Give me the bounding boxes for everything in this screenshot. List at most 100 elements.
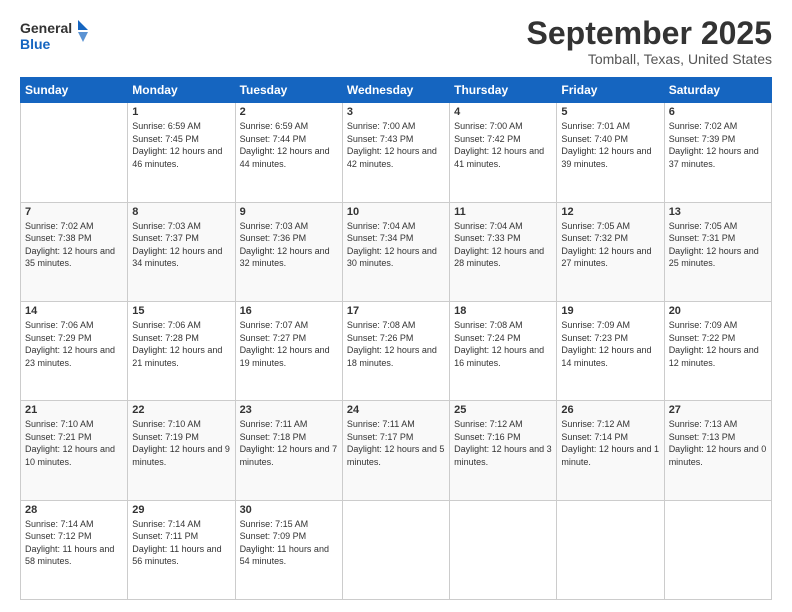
calendar-cell: 3Sunrise: 7:00 AM Sunset: 7:43 PM Daylig…	[342, 103, 449, 202]
day-info: Sunrise: 7:01 AM Sunset: 7:40 PM Dayligh…	[561, 120, 659, 170]
calendar-cell: 9Sunrise: 7:03 AM Sunset: 7:36 PM Daylig…	[235, 202, 342, 301]
day-info: Sunrise: 6:59 AM Sunset: 7:45 PM Dayligh…	[132, 120, 230, 170]
day-info: Sunrise: 7:14 AM Sunset: 7:12 PM Dayligh…	[25, 518, 123, 568]
calendar-header-row: Sunday Monday Tuesday Wednesday Thursday…	[21, 78, 772, 103]
day-info: Sunrise: 7:06 AM Sunset: 7:29 PM Dayligh…	[25, 319, 123, 369]
day-info: Sunrise: 7:04 AM Sunset: 7:34 PM Dayligh…	[347, 220, 445, 270]
calendar-cell: 28 Sunrise: 7:14 AM Sunset: 7:12 PM Dayli…	[21, 500, 128, 599]
calendar-cell: 27Sunrise: 7:13 AM Sunset: 7:13 PM Dayli…	[664, 401, 771, 500]
day-number: 4	[454, 106, 552, 118]
day-number: 22	[132, 404, 230, 416]
day-number: 5	[561, 106, 659, 118]
day-info: Sunrise: 7:02 AM Sunset: 7:38 PM Dayligh…	[25, 220, 123, 270]
calendar-cell	[21, 103, 128, 202]
day-info: Sunrise: 7:04 AM Sunset: 7:33 PM Dayligh…	[454, 220, 552, 270]
logo: General Blue	[20, 16, 90, 56]
day-number: 25	[454, 404, 552, 416]
day-info: Sunrise: 7:08 AM Sunset: 7:24 PM Dayligh…	[454, 319, 552, 369]
day-info: Sunrise: 7:13 AM Sunset: 7:13 PM Dayligh…	[669, 418, 767, 468]
calendar-cell	[450, 500, 557, 599]
calendar-cell: 24Sunrise: 7:11 AM Sunset: 7:17 PM Dayli…	[342, 401, 449, 500]
day-info: Sunrise: 7:11 AM Sunset: 7:17 PM Dayligh…	[347, 418, 445, 468]
day-number: 8	[132, 206, 230, 218]
day-number: 26	[561, 404, 659, 416]
calendar-cell: 1 Sunrise: 6:59 AM Sunset: 7:45 PM Daylig…	[128, 103, 235, 202]
calendar-cell: 19 Sunrise: 7:09 AM Sunset: 7:23 PM Dayli…	[557, 301, 664, 400]
calendar-cell: 17Sunrise: 7:08 AM Sunset: 7:26 PM Dayli…	[342, 301, 449, 400]
day-number: 23	[240, 404, 338, 416]
day-info: Sunrise: 7:00 AM Sunset: 7:43 PM Dayligh…	[347, 120, 445, 170]
svg-text:General: General	[20, 20, 72, 36]
calendar-cell: 25 Sunrise: 7:12 AM Sunset: 7:16 PM Dayli…	[450, 401, 557, 500]
day-number: 1	[132, 106, 230, 118]
svg-text:Blue: Blue	[20, 36, 51, 52]
day-number: 2	[240, 106, 338, 118]
calendar-table: Sunday Monday Tuesday Wednesday Thursday…	[20, 77, 772, 600]
calendar-cell: 26 Sunrise: 7:12 AM Sunset: 7:14 PM Dayli…	[557, 401, 664, 500]
calendar-cell: 15 Sunrise: 7:06 AM Sunset: 7:28 PM Dayli…	[128, 301, 235, 400]
calendar-week-1: 7Sunrise: 7:02 AM Sunset: 7:38 PM Daylig…	[21, 202, 772, 301]
main-title: September 2025	[527, 16, 772, 51]
day-info: Sunrise: 7:15 AM Sunset: 7:09 PM Dayligh…	[240, 518, 338, 568]
day-info: Sunrise: 7:07 AM Sunset: 7:27 PM Dayligh…	[240, 319, 338, 369]
day-info: Sunrise: 7:02 AM Sunset: 7:39 PM Dayligh…	[669, 120, 767, 170]
day-info: Sunrise: 7:00 AM Sunset: 7:42 PM Dayligh…	[454, 120, 552, 170]
day-info: Sunrise: 7:12 AM Sunset: 7:14 PM Dayligh…	[561, 418, 659, 468]
calendar-cell: 10Sunrise: 7:04 AM Sunset: 7:34 PM Dayli…	[342, 202, 449, 301]
day-info: Sunrise: 7:14 AM Sunset: 7:11 PM Dayligh…	[132, 518, 230, 568]
calendar-cell: 14 Sunrise: 7:06 AM Sunset: 7:29 PM Dayli…	[21, 301, 128, 400]
calendar-week-4: 28 Sunrise: 7:14 AM Sunset: 7:12 PM Dayli…	[21, 500, 772, 599]
day-number: 13	[669, 206, 767, 218]
day-number: 15	[132, 305, 230, 317]
calendar-cell: 6 Sunrise: 7:02 AM Sunset: 7:39 PM Daylig…	[664, 103, 771, 202]
calendar-week-2: 14 Sunrise: 7:06 AM Sunset: 7:29 PM Dayli…	[21, 301, 772, 400]
calendar-cell: 8Sunrise: 7:03 AM Sunset: 7:37 PM Daylig…	[128, 202, 235, 301]
col-thursday: Thursday	[450, 78, 557, 103]
day-number: 20	[669, 305, 767, 317]
day-info: Sunrise: 7:11 AM Sunset: 7:18 PM Dayligh…	[240, 418, 338, 468]
calendar-cell: 20 Sunrise: 7:09 AM Sunset: 7:22 PM Dayli…	[664, 301, 771, 400]
logo-svg: General Blue	[20, 16, 90, 56]
col-wednesday: Wednesday	[342, 78, 449, 103]
col-saturday: Saturday	[664, 78, 771, 103]
title-block: September 2025 Tomball, Texas, United St…	[527, 16, 772, 67]
day-info: Sunrise: 7:12 AM Sunset: 7:16 PM Dayligh…	[454, 418, 552, 468]
calendar-cell: 22 Sunrise: 7:10 AM Sunset: 7:19 PM Dayli…	[128, 401, 235, 500]
subtitle: Tomball, Texas, United States	[527, 51, 772, 67]
calendar-cell: 12Sunrise: 7:05 AM Sunset: 7:32 PM Dayli…	[557, 202, 664, 301]
header: General Blue September 2025 Tomball, Tex…	[20, 16, 772, 67]
day-number: 21	[25, 404, 123, 416]
col-tuesday: Tuesday	[235, 78, 342, 103]
day-number: 11	[454, 206, 552, 218]
day-info: Sunrise: 7:10 AM Sunset: 7:21 PM Dayligh…	[25, 418, 123, 468]
col-sunday: Sunday	[21, 78, 128, 103]
calendar-cell: 4 Sunrise: 7:00 AM Sunset: 7:42 PM Daylig…	[450, 103, 557, 202]
day-info: Sunrise: 7:06 AM Sunset: 7:28 PM Dayligh…	[132, 319, 230, 369]
day-info: Sunrise: 7:05 AM Sunset: 7:31 PM Dayligh…	[669, 220, 767, 270]
day-number: 17	[347, 305, 445, 317]
calendar-cell: 21 Sunrise: 7:10 AM Sunset: 7:21 PM Dayli…	[21, 401, 128, 500]
calendar-cell: 18 Sunrise: 7:08 AM Sunset: 7:24 PM Dayli…	[450, 301, 557, 400]
calendar-cell: 7Sunrise: 7:02 AM Sunset: 7:38 PM Daylig…	[21, 202, 128, 301]
day-number: 18	[454, 305, 552, 317]
day-number: 14	[25, 305, 123, 317]
day-info: Sunrise: 7:09 AM Sunset: 7:23 PM Dayligh…	[561, 319, 659, 369]
day-info: Sunrise: 7:03 AM Sunset: 7:36 PM Dayligh…	[240, 220, 338, 270]
calendar-cell: 23 Sunrise: 7:11 AM Sunset: 7:18 PM Dayli…	[235, 401, 342, 500]
day-number: 29	[132, 504, 230, 516]
calendar-cell	[342, 500, 449, 599]
calendar-cell: 29 Sunrise: 7:14 AM Sunset: 7:11 PM Dayli…	[128, 500, 235, 599]
calendar-cell: 11 Sunrise: 7:04 AM Sunset: 7:33 PM Dayli…	[450, 202, 557, 301]
page: General Blue September 2025 Tomball, Tex…	[0, 0, 792, 612]
day-number: 28	[25, 504, 123, 516]
day-info: Sunrise: 7:09 AM Sunset: 7:22 PM Dayligh…	[669, 319, 767, 369]
day-info: Sunrise: 7:10 AM Sunset: 7:19 PM Dayligh…	[132, 418, 230, 468]
day-number: 19	[561, 305, 659, 317]
col-monday: Monday	[128, 78, 235, 103]
day-number: 6	[669, 106, 767, 118]
calendar-week-0: 1 Sunrise: 6:59 AM Sunset: 7:45 PM Daylig…	[21, 103, 772, 202]
col-friday: Friday	[557, 78, 664, 103]
day-number: 16	[240, 305, 338, 317]
calendar-cell	[557, 500, 664, 599]
calendar-cell: 16 Sunrise: 7:07 AM Sunset: 7:27 PM Dayli…	[235, 301, 342, 400]
